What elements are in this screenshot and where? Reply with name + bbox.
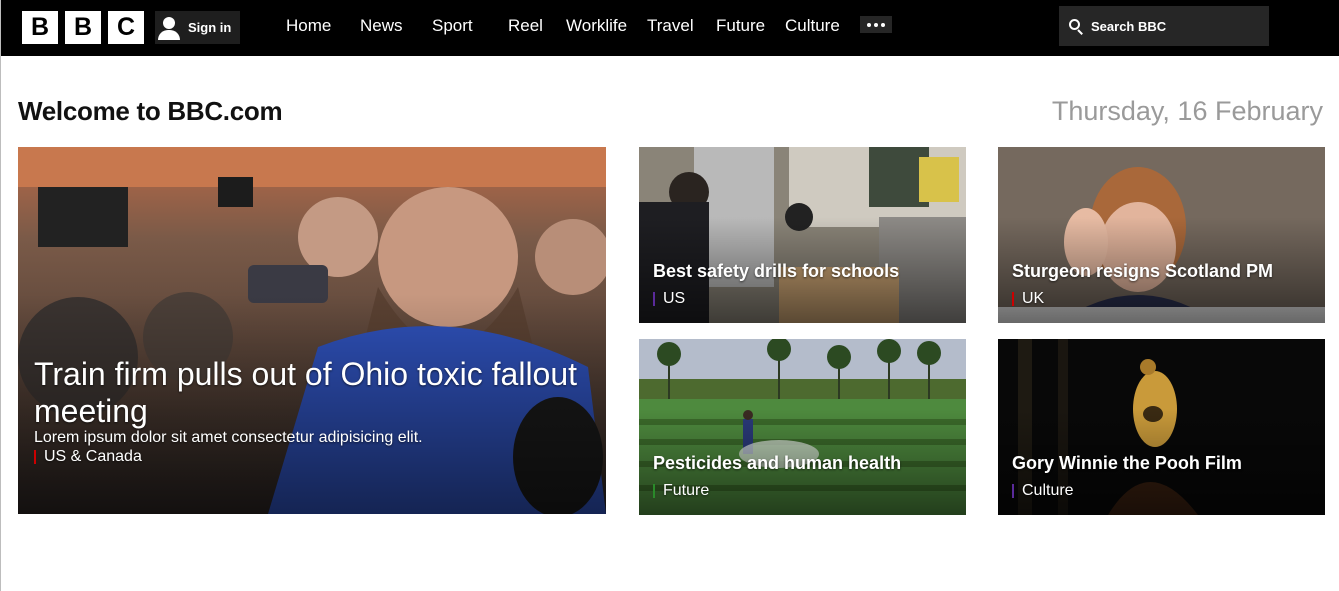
logo-letter-b2: B <box>65 11 101 44</box>
card-section-tag[interactable]: Future <box>653 482 709 500</box>
search-input[interactable]: Search BBC <box>1059 6 1269 46</box>
story-card-school-drills[interactable]: Best safety drills for schools US <box>639 147 966 323</box>
nav-future[interactable]: Future <box>716 16 765 36</box>
bbc-logo[interactable]: B B C <box>22 11 144 44</box>
date-label: Thursday, 16 February <box>1051 96 1323 126</box>
top-navigation-bar: B B C Sign in Home News Sport Reel Workl… <box>1 0 1339 56</box>
nav-sport[interactable]: Sport <box>432 16 473 36</box>
nav-travel[interactable]: Travel <box>647 16 694 36</box>
hero-summary: Lorem ipsum dolor sit amet consectetur a… <box>34 429 423 446</box>
card-section-label: Culture <box>1022 482 1074 499</box>
search-icon <box>1069 18 1084 35</box>
card-headline[interactable]: Best safety drills for schools <box>653 260 899 282</box>
card-section-tag[interactable]: UK <box>1012 290 1044 308</box>
user-icon <box>157 16 181 40</box>
card-section-tag[interactable]: Culture <box>1012 482 1074 500</box>
story-card-winnie-film[interactable]: Gory Winnie the Pooh Film Culture <box>998 339 1325 515</box>
sign-in-label: Sign in <box>188 20 232 35</box>
nav-culture[interactable]: Culture <box>785 16 840 36</box>
page-title: Welcome to BBC.com <box>18 96 283 126</box>
story-card-pesticides[interactable]: Pesticides and human health Future <box>639 339 966 515</box>
nav-reel[interactable]: Reel <box>508 16 543 36</box>
more-dots-icon[interactable] <box>860 16 892 33</box>
tag-marker <box>653 484 655 498</box>
card-headline[interactable]: Gory Winnie the Pooh Film <box>1012 452 1242 474</box>
tag-marker <box>1012 292 1014 306</box>
search-placeholder: Search BBC <box>1091 18 1167 34</box>
hero-story-card[interactable]: Train firm pulls out of Ohio toxic fallo… <box>18 147 606 514</box>
card-headline[interactable]: Sturgeon resigns Scotland PM <box>1012 260 1273 282</box>
hero-section-label: US & Canada <box>44 448 142 465</box>
card-section-label: UK <box>1022 290 1045 307</box>
tag-marker <box>34 450 36 464</box>
card-headline[interactable]: Pesticides and human health <box>653 452 901 474</box>
logo-letter-b1: B <box>22 11 58 44</box>
card-section-label: Future <box>663 482 710 499</box>
card-section-tag[interactable]: US <box>653 290 685 308</box>
nav-home[interactable]: Home <box>286 16 331 36</box>
tag-marker <box>1012 484 1014 498</box>
bbc-homepage: B B C Sign in Home News Sport Reel Workl… <box>0 0 1339 591</box>
hero-headline[interactable]: Train firm pulls out of Ohio toxic fallo… <box>34 356 604 430</box>
logo-letter-c: C <box>108 11 144 44</box>
hero-section-tag[interactable]: US & Canada <box>34 448 142 466</box>
sign-in-button[interactable]: Sign in <box>155 11 240 44</box>
nav-worklife[interactable]: Worklife <box>566 16 627 36</box>
card-section-label: US <box>663 290 686 307</box>
nav-news[interactable]: News <box>360 16 403 36</box>
tag-marker <box>653 292 655 306</box>
story-card-sturgeon[interactable]: Sturgeon resigns Scotland PM UK <box>998 147 1325 323</box>
